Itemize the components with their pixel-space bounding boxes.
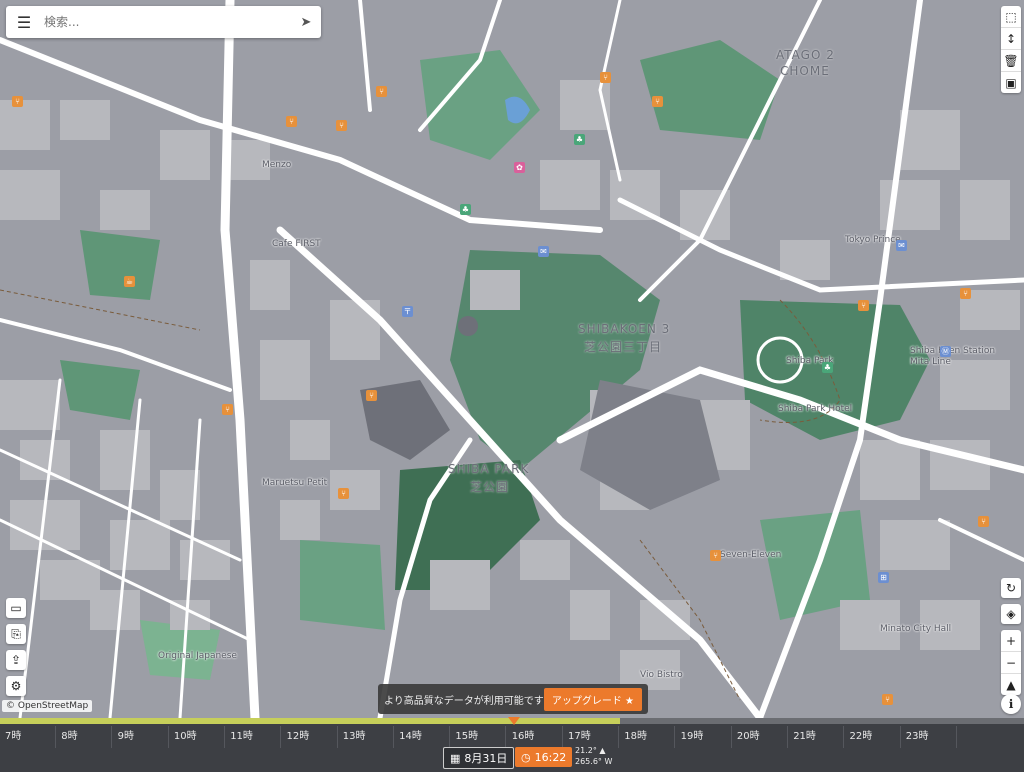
cafe-icon[interactable]: ☕: [124, 276, 135, 287]
save-icon[interactable]: ▣: [1001, 72, 1021, 93]
hour-tick[interactable]: 19時: [676, 726, 732, 748]
hour-tick[interactable]: 8時: [56, 726, 113, 748]
hour-tick[interactable]: 16時: [507, 726, 563, 748]
info-icon[interactable]: ℹ: [1001, 694, 1021, 714]
date-picker-button[interactable]: ▦ 8月31日: [443, 747, 515, 769]
map-label: Vio Bistro: [640, 670, 683, 680]
hour-tick[interactable]: 7時: [0, 726, 56, 748]
post-office-icon[interactable]: 〒: [402, 306, 413, 317]
restaurant-icon[interactable]: ⑂: [286, 116, 297, 127]
navigate-icon[interactable]: ➤: [291, 15, 321, 30]
calendar-icon: ▦: [450, 751, 461, 765]
map-label: Maruetsu Petit: [262, 478, 328, 488]
gear-icon[interactable]: ⚙: [6, 676, 26, 696]
map-label: Shiba Park Hotel: [778, 404, 853, 414]
hour-tick[interactable]: 22時: [845, 726, 901, 748]
restaurant-icon[interactable]: ⑂: [652, 96, 663, 107]
hour-tick[interactable]: 20時: [732, 726, 788, 748]
zoom-in-icon[interactable]: +: [1001, 630, 1021, 652]
map-label: SHIBAKOEN 3: [578, 322, 671, 336]
share-icon[interactable]: ⇪: [6, 650, 26, 670]
zoom-out-icon[interactable]: −: [1001, 652, 1021, 674]
restaurant-icon[interactable]: ⑂: [338, 488, 349, 499]
upgrade-banner-text: より高品質なデータが利用可能です: [384, 695, 544, 707]
file-icon[interactable]: ⎘: [6, 624, 26, 644]
zoom-controls: + − ▲: [1001, 630, 1021, 695]
flower-shop-icon[interactable]: ✿: [514, 162, 525, 173]
school-icon[interactable]: ✉: [538, 246, 549, 257]
trash-icon[interactable]: 🗑: [1001, 50, 1021, 72]
hour-tick[interactable]: 12時: [282, 726, 338, 748]
restaurant-icon[interactable]: ⑂: [12, 96, 23, 107]
park-icon[interactable]: ♣: [460, 204, 471, 215]
rotate-icon[interactable]: ↻: [1001, 578, 1021, 598]
restaurant-icon[interactable]: ⑂: [336, 120, 347, 131]
hour-tick[interactable]: 13時: [338, 726, 394, 748]
map-label: Minato City Hall: [880, 624, 952, 634]
date-label: 8月31日: [464, 752, 508, 765]
map-label: Shiba Koen Station: [910, 346, 996, 356]
park-icon[interactable]: ♣: [822, 362, 833, 373]
north-arrow-icon[interactable]: ▲: [1001, 674, 1021, 695]
map-label: Cafe FIRST: [272, 239, 321, 249]
restaurant-icon[interactable]: ⑂: [960, 288, 971, 299]
sun-position: 21.2° ▲ 265.6° W: [575, 745, 612, 767]
select-icon[interactable]: ⬚: [1001, 6, 1021, 28]
map-tools-group: ⬚ ↕ 🗑 ▣: [1001, 6, 1021, 93]
hour-tick[interactable]: 15時: [450, 726, 507, 748]
height-icon[interactable]: ↕: [1001, 28, 1021, 50]
map-label: Tokyo Prince: [845, 235, 901, 245]
hour-tick[interactable]: 11時: [225, 726, 282, 748]
restaurant-icon[interactable]: ⑂: [858, 300, 869, 311]
school-icon[interactable]: ✉: [896, 240, 907, 251]
daylight-bar: [0, 718, 620, 724]
park-icon[interactable]: ♣: [574, 134, 585, 145]
restaurant-icon[interactable]: ⑂: [882, 694, 893, 705]
folder-icon[interactable]: ▭: [6, 598, 26, 618]
map-canvas[interactable]: SHIBAKOEN 3 芝公園三丁目 SHIBA PARK 芝公園 ATAGO …: [0, 0, 1024, 718]
map-label: Menzo: [262, 160, 292, 170]
map-label: Mita Line: [910, 357, 951, 367]
map-label: ATAGO 2: [776, 48, 835, 62]
time-label: 16:22: [534, 750, 567, 764]
map-svg: [0, 0, 1024, 718]
map-label: 芝公園三丁目: [584, 340, 663, 354]
sun-altitude: 21.2° ▲: [575, 746, 606, 755]
time-slider-handle[interactable]: [508, 717, 520, 725]
menu-icon[interactable]: ☰: [6, 6, 42, 38]
layers-icon[interactable]: ◈: [1001, 604, 1021, 624]
clock-icon: ◷: [521, 750, 531, 764]
search-input[interactable]: [42, 14, 291, 30]
map-label: CHOME: [780, 64, 830, 78]
map-label: 芝公園: [470, 480, 510, 494]
search-bar: ☰ ➤: [6, 6, 321, 38]
map-label: Original Japanese: [158, 651, 237, 661]
upgrade-banner: より高品質なデータが利用可能です アップグレード ★: [378, 684, 648, 714]
sun-azimuth: 265.6° W: [575, 757, 613, 766]
restaurant-icon[interactable]: ⑂: [376, 86, 387, 97]
hour-tick[interactable]: 9時: [113, 726, 169, 748]
upgrade-button[interactable]: アップグレード ★: [543, 687, 642, 711]
restaurant-icon[interactable]: ⑂: [222, 404, 233, 415]
hour-tick[interactable]: 21時: [788, 726, 845, 748]
hour-tick[interactable]: 18時: [619, 726, 676, 748]
hour-tick[interactable]: 14時: [394, 726, 451, 748]
shop-icon[interactable]: ⊞: [878, 572, 889, 583]
restaurant-icon[interactable]: ⑂: [710, 550, 721, 561]
attribution[interactable]: © OpenStreetMap: [2, 700, 93, 712]
train-station-icon[interactable]: Ⓜ: [940, 346, 951, 357]
time-picker-button[interactable]: ◷ 16:22: [515, 747, 573, 767]
restaurant-icon[interactable]: ⑂: [600, 72, 611, 83]
hour-tick[interactable]: 23時: [901, 726, 957, 748]
restaurant-icon[interactable]: ⑂: [978, 516, 989, 527]
map-label: Seven-Eleven: [720, 550, 782, 560]
restaurant-icon[interactable]: ⑂: [366, 390, 377, 401]
map-label: SHIBA PARK: [448, 462, 530, 476]
hour-tick[interactable]: 10時: [169, 726, 225, 748]
